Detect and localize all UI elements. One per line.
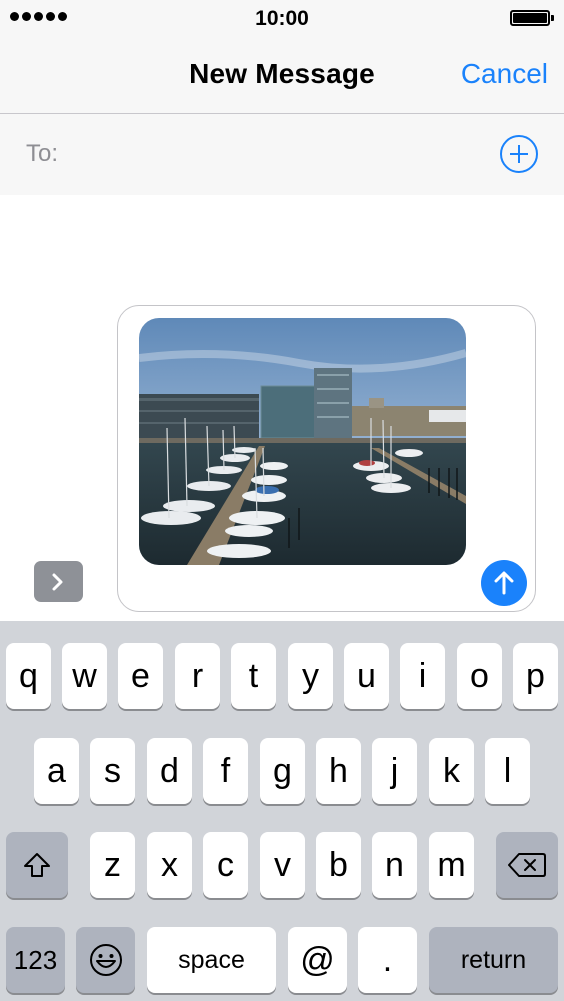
backspace-icon [508,853,546,877]
navigation-bar: New Message Cancel [0,38,564,114]
delete-key[interactable] [496,832,558,898]
plus-circle-icon[interactable] [500,135,538,173]
key-r[interactable]: r [175,643,220,709]
recipient-label: To: [26,140,59,167]
key-g[interactable]: g [260,738,305,804]
key-n[interactable]: n [372,832,417,898]
key-t[interactable]: t [231,643,276,709]
arrow-up-icon [494,571,514,595]
status-time: 10:00 [255,7,309,30]
key-p[interactable]: p [513,643,558,709]
status-bar: 10:00 [0,0,564,38]
key-m[interactable]: m [429,832,474,898]
key-l[interactable]: l [485,738,530,804]
at-key[interactable]: @ [288,927,347,993]
key-f[interactable]: f [203,738,248,804]
battery-icon [510,10,554,26]
key-d[interactable]: d [147,738,192,804]
key-c[interactable]: c [203,832,248,898]
send-button[interactable] [481,560,527,606]
key-b[interactable]: b [316,832,361,898]
chevron-right-icon [52,573,63,591]
key-o[interactable]: o [457,643,502,709]
cancel-button[interactable]: Cancel [461,58,548,90]
numbers-key[interactable]: 123 [6,927,65,993]
key-i[interactable]: i [400,643,445,709]
recipient-field[interactable]: To: [0,114,564,195]
shift-icon [24,853,50,877]
attached-photo[interactable] [139,318,466,565]
period-key[interactable]: . [358,927,417,993]
emoji-key[interactable] [76,927,135,993]
key-w[interactable]: w [62,643,107,709]
keyboard: q w e r t y u i o p a s d f g h j k l z … [0,621,564,1001]
key-v[interactable]: v [260,832,305,898]
shift-key[interactable] [6,832,68,898]
key-k[interactable]: k [429,738,474,804]
key-e[interactable]: e [118,643,163,709]
expand-button[interactable] [34,561,83,602]
space-key[interactable]: space [147,927,276,993]
return-key[interactable]: return [429,927,558,993]
key-z[interactable]: z [90,832,135,898]
key-h[interactable]: h [316,738,361,804]
key-a[interactable]: a [34,738,79,804]
key-j[interactable]: j [372,738,417,804]
key-s[interactable]: s [90,738,135,804]
message-compose-field[interactable] [117,305,536,612]
key-u[interactable]: u [344,643,389,709]
key-x[interactable]: x [147,832,192,898]
key-y[interactable]: y [288,643,333,709]
key-q[interactable]: q [6,643,51,709]
smiley-icon [89,944,122,976]
